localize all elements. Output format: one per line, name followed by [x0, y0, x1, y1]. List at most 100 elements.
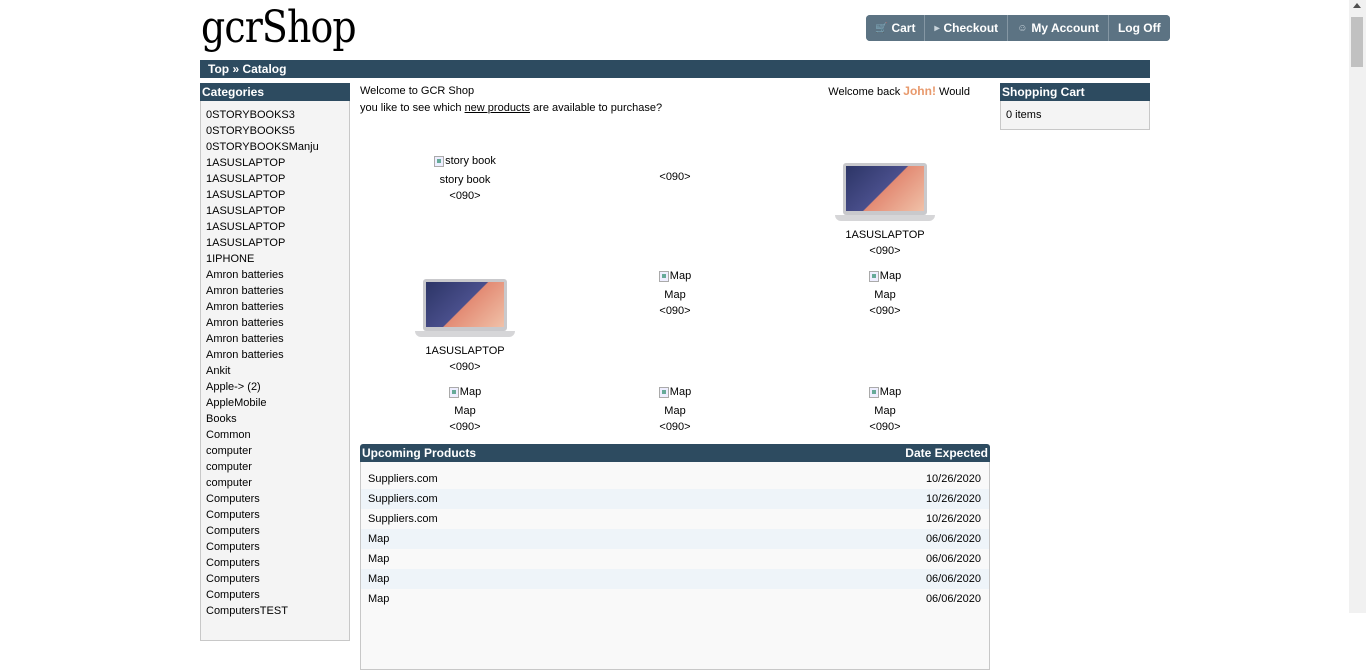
- category-link[interactable]: computer: [201, 475, 349, 491]
- category-link[interactable]: Amron batteries: [201, 283, 349, 299]
- checkout-button[interactable]: ▸ Checkout: [925, 15, 1009, 41]
- product-name[interactable]: Map: [780, 403, 990, 419]
- product-card[interactable]: <090>: [570, 169, 780, 185]
- broken-image-icon: [868, 386, 879, 398]
- category-link[interactable]: 1ASUSLAPTOP: [201, 203, 349, 219]
- log-off-button[interactable]: Log Off: [1108, 15, 1170, 41]
- category-link[interactable]: Ankit: [201, 363, 349, 379]
- product-image[interactable]: Map: [658, 268, 692, 284]
- product-name[interactable]: 1ASUSLAPTOP: [360, 343, 570, 359]
- category-link[interactable]: Amron batteries: [201, 347, 349, 363]
- category-link[interactable]: Computers: [201, 507, 349, 523]
- log-off-button-label: Log Off: [1117, 21, 1161, 35]
- category-link[interactable]: 1IPHONE: [201, 251, 349, 267]
- product-name[interactable]: Map: [360, 403, 570, 419]
- product-code: <090>: [659, 420, 691, 433]
- product-code: <090>: [449, 189, 481, 202]
- product-code: <090>: [869, 420, 901, 433]
- site-logo[interactable]: gcrShop: [201, 4, 357, 52]
- product-card[interactable]: Map Map <090>: [780, 384, 990, 435]
- category-link[interactable]: Amron batteries: [201, 315, 349, 331]
- product-code: <090>: [659, 304, 691, 317]
- product-name[interactable]: Map: [780, 287, 990, 303]
- broken-image-icon: [434, 155, 445, 167]
- product-name[interactable]: story book: [360, 172, 570, 188]
- shopping-cart-title[interactable]: Shopping Cart: [1000, 83, 1150, 101]
- category-link[interactable]: 1ASUSLAPTOP: [201, 235, 349, 251]
- category-list: 0STORYBOOKS3 0STORYBOOKS5 0STORYBOOKSManju…: [200, 101, 350, 641]
- product-name[interactable]: Map: [570, 403, 780, 419]
- category-link[interactable]: Amron batteries: [201, 299, 349, 315]
- table-row: Map 06/06/2020: [361, 529, 989, 549]
- category-link[interactable]: AppleMobile: [201, 395, 349, 411]
- category-link[interactable]: Computers: [201, 539, 349, 555]
- product-image-alt: Map: [669, 270, 692, 282]
- product-image-alt: Map: [879, 386, 902, 398]
- category-link[interactable]: Computers: [201, 555, 349, 571]
- product-name[interactable]: 1ASUSLAPTOP: [780, 227, 990, 243]
- cart-button[interactable]: 🛒 Cart: [866, 15, 926, 41]
- category-link[interactable]: Common: [201, 427, 349, 443]
- product-card[interactable]: 1ASUSLAPTOP <090>: [780, 163, 990, 259]
- category-link[interactable]: 1ASUSLAPTOP: [201, 171, 349, 187]
- page-scrollbar[interactable]: [1349, 0, 1366, 613]
- upcoming-product-name[interactable]: Suppliers.com: [368, 469, 438, 489]
- product-card[interactable]: 1ASUSLAPTOP <090>: [360, 279, 570, 375]
- category-link[interactable]: Computers: [201, 587, 349, 603]
- product-card[interactable]: story book story book <090>: [360, 153, 570, 204]
- broken-image-icon: [868, 270, 879, 282]
- scroll-up-icon[interactable]: [1353, 3, 1361, 8]
- breadcrumb-separator: »: [229, 62, 243, 76]
- upcoming-product-name[interactable]: Map: [368, 569, 389, 589]
- product-card[interactable]: Map Map <090>: [570, 384, 780, 435]
- category-link[interactable]: 1ASUSLAPTOP: [201, 219, 349, 235]
- category-link[interactable]: Apple-> (2): [201, 379, 349, 395]
- user-icon: ☺: [1017, 22, 1028, 34]
- upcoming-product-name[interactable]: Map: [368, 549, 389, 569]
- product-image[interactable]: story book: [434, 153, 496, 169]
- laptop-image[interactable]: [835, 163, 935, 223]
- welcome-message: Welcome to GCR Shop Welcome back John! W…: [360, 83, 990, 119]
- category-link[interactable]: 0STORYBOOKSManju: [201, 139, 349, 155]
- product-code: <090>: [449, 361, 481, 373]
- product-image[interactable]: Map: [658, 384, 691, 400]
- product-image[interactable]: Map: [448, 384, 481, 400]
- category-link[interactable]: computer: [201, 459, 349, 475]
- cart-item-count: 0 items: [1000, 101, 1150, 130]
- category-link[interactable]: computer: [201, 443, 349, 459]
- category-link[interactable]: Computers: [201, 571, 349, 587]
- category-link[interactable]: Books: [201, 411, 349, 427]
- category-link[interactable]: Computers: [201, 523, 349, 539]
- product-card[interactable]: Map Map <090>: [570, 268, 780, 319]
- breadcrumb-top-link[interactable]: Top: [208, 62, 229, 76]
- product-image[interactable]: Map: [868, 268, 902, 284]
- product-card[interactable]: Map Map <090>: [780, 268, 990, 319]
- cart-button-label: Cart: [891, 21, 916, 35]
- category-link[interactable]: 1ASUSLAPTOP: [201, 155, 349, 171]
- broken-image-icon: [448, 386, 459, 398]
- product-name[interactable]: Map: [570, 287, 780, 303]
- laptop-image[interactable]: [415, 279, 515, 339]
- category-link[interactable]: 0STORYBOOKS5: [201, 123, 349, 139]
- upcoming-date: 06/06/2020: [925, 533, 981, 545]
- upcoming-product-name[interactable]: Map: [368, 529, 389, 549]
- category-link[interactable]: Amron batteries: [201, 267, 349, 283]
- upcoming-product-name[interactable]: Suppliers.com: [368, 509, 438, 529]
- category-link[interactable]: ComputersTEST: [201, 603, 349, 619]
- category-link[interactable]: 1ASUSLAPTOP: [201, 187, 349, 203]
- new-products-link[interactable]: new products: [465, 102, 530, 114]
- welcome-title: Welcome to GCR Shop: [360, 85, 475, 97]
- broken-image-icon: [658, 386, 669, 398]
- category-link[interactable]: 0STORYBOOKS3: [201, 107, 349, 123]
- category-link[interactable]: Amron batteries: [201, 331, 349, 347]
- upcoming-product-name[interactable]: Map: [368, 589, 389, 609]
- product-card[interactable]: Map Map <090>: [360, 384, 570, 435]
- my-account-button[interactable]: ☺ My Account: [1008, 15, 1109, 41]
- breadcrumb-catalog-link[interactable]: Catalog: [242, 62, 286, 76]
- upcoming-product-name[interactable]: Suppliers.com: [368, 489, 438, 509]
- shopping-cart-box: Shopping Cart 0 items: [1000, 83, 1150, 130]
- scrollbar-thumb[interactable]: [1351, 17, 1363, 67]
- product-image[interactable]: Map: [868, 384, 902, 400]
- category-link[interactable]: Computers: [201, 491, 349, 507]
- product-image-alt: Map: [879, 270, 902, 282]
